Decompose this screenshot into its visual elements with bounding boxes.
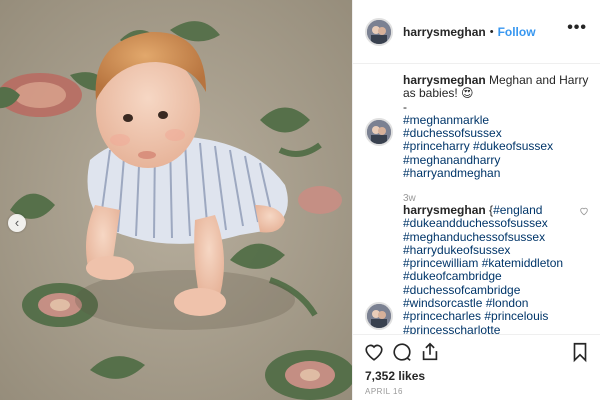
comment-avatar[interactable] bbox=[365, 118, 393, 146]
comment-username[interactable]: harrysmeghan bbox=[403, 73, 486, 87]
avatar-image bbox=[367, 304, 391, 328]
post-side-panel: harrysmeghan • Follow ••• harrysmeghan M… bbox=[352, 0, 600, 400]
heart-icon[interactable] bbox=[363, 341, 385, 363]
comment-avatar[interactable] bbox=[365, 302, 393, 330]
hashtag-line[interactable]: #meghanandharry bbox=[403, 153, 589, 167]
hashtag-line[interactable]: #dukeandduchessofsussex bbox=[403, 216, 589, 230]
comment-body: harrysmeghan {#england #dukeandduchessof… bbox=[403, 203, 589, 334]
caption-dash: - bbox=[403, 99, 407, 114]
hashtag-link[interactable]: #england bbox=[493, 203, 542, 217]
more-options-icon[interactable]: ••• bbox=[567, 20, 587, 36]
hashtag-line[interactable]: #windsorcastle #london bbox=[403, 296, 589, 310]
hashtag-line[interactable]: #dukeofcambridge bbox=[403, 270, 589, 284]
instagram-post: ‹ harrysmeghan • Follow ••• harrysmeghan… bbox=[0, 0, 600, 400]
follow-button[interactable]: Follow bbox=[498, 25, 536, 39]
post-photo[interactable]: ‹ bbox=[0, 0, 352, 400]
avatar-image bbox=[367, 120, 391, 144]
hashtag-line[interactable]: #harryandmeghan bbox=[403, 166, 589, 180]
avatar-image bbox=[367, 19, 391, 44]
comments-list[interactable]: harrysmeghan Meghan and Harry as babies!… bbox=[353, 64, 600, 334]
hashtag-line[interactable]: #princesscharlotte bbox=[403, 323, 589, 334]
comment-icon[interactable] bbox=[391, 341, 413, 363]
hashtag-line[interactable]: #princeharry #dukeofsussex bbox=[403, 140, 589, 154]
post-date: APRIL 16 bbox=[365, 387, 403, 396]
hashtag-line[interactable]: #meghanduchessofsussex bbox=[403, 230, 589, 244]
hashtag-line[interactable]: #duchessofcambridge bbox=[403, 283, 589, 297]
share-icon[interactable] bbox=[419, 341, 441, 363]
chevron-left-icon: ‹ bbox=[14, 215, 20, 230]
post-actions-bar: 7,352 likes APRIL 16 bbox=[353, 334, 600, 400]
hashtag-line[interactable]: #harrydukeofsussex bbox=[403, 243, 589, 257]
profile-username-link[interactable]: harrysmeghan bbox=[403, 25, 486, 39]
hashtag-line[interactable]: #princecharles #princelouis bbox=[403, 310, 589, 324]
baby-photo-image bbox=[0, 0, 352, 400]
bookmark-icon[interactable] bbox=[569, 341, 591, 363]
likes-count[interactable]: 7,352 likes bbox=[365, 369, 425, 383]
hashtag-line[interactable]: #meghanmarkle #duchessofsussex bbox=[403, 113, 589, 141]
caption-body: harrysmeghan Meghan and Harry as babies!… bbox=[403, 73, 589, 206]
post-header: harrysmeghan • Follow ••• bbox=[353, 0, 600, 64]
hashtag-line[interactable]: #princewilliam #katemiddleton bbox=[403, 256, 589, 270]
comment-username[interactable]: harrysmeghan bbox=[403, 203, 486, 217]
separator-dot: • bbox=[489, 25, 494, 38]
profile-avatar[interactable] bbox=[365, 17, 393, 46]
carousel-prev-button[interactable]: ‹ bbox=[8, 214, 26, 232]
comment-like-heart-icon[interactable] bbox=[579, 206, 589, 216]
